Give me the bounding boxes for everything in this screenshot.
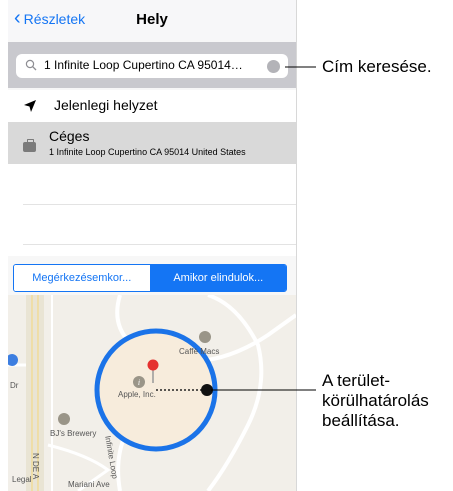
current-location-label: Jelenlegi helyzet <box>54 97 158 113</box>
search-input[interactable]: 1 Infinite Loop Cupertino CA 95014… <box>16 54 288 78</box>
map-label-apple: Apple, Inc. <box>118 390 156 399</box>
location-arrow-icon <box>24 100 36 112</box>
divider <box>23 244 296 245</box>
callout-geofence-line1: A terület- <box>322 371 391 390</box>
search-bar: 1 Infinite Loop Cupertino CA 95014… <box>8 42 296 88</box>
callout-search: Cím keresése. <box>322 57 432 76</box>
callout-geofence: A terület- körülhatárolás beállítása. <box>322 371 429 431</box>
segment-arriving[interactable]: Megérkezésemkor... <box>14 265 151 291</box>
map-label-dr: Dr <box>10 381 19 390</box>
company-name: Céges <box>49 128 90 144</box>
callout-geofence-line2: körülhatárolás <box>322 391 429 410</box>
page-title: Hely <box>136 11 168 28</box>
map-view[interactable]: i Caffè Macs Apple, Inc. BJ's Brewery Ma… <box>8 295 296 491</box>
company-address: 1 Infinite Loop Cupertino CA 95014 Unite… <box>49 147 246 157</box>
map-label-de-anza: N DE A <box>31 453 40 480</box>
empty-list-area <box>8 164 296 256</box>
clear-icon[interactable] <box>267 60 280 73</box>
phone-screen: ‹ Részletek Hely 1 Infinite Loop Cuperti… <box>8 0 297 491</box>
map-label-bjs: BJ's Brewery <box>50 429 97 438</box>
list-item-current-location[interactable]: Jelenlegi helyzet <box>8 90 296 122</box>
search-icon <box>25 59 37 71</box>
trigger-segmented-control: Megérkezésemkor... Amikor elindulok... <box>13 264 287 292</box>
segment-leaving[interactable]: Amikor elindulok... <box>150 265 286 291</box>
map-label-mariani: Mariani Ave <box>68 480 110 489</box>
callout-geofence-line3: beállítása. <box>322 411 400 430</box>
legal-link[interactable]: Legal <box>12 475 32 484</box>
briefcase-icon <box>23 139 36 152</box>
map-label-cafe: Caffè Macs <box>179 347 220 356</box>
list-item-company[interactable]: Céges 1 Infinite Loop Cupertino CA 95014… <box>8 122 296 164</box>
search-value: 1 Infinite Loop Cupertino CA 95014… <box>44 58 243 72</box>
navigation-bar: ‹ Részletek Hely <box>8 0 296 40</box>
divider <box>23 204 296 205</box>
svg-text:i: i <box>138 378 140 387</box>
